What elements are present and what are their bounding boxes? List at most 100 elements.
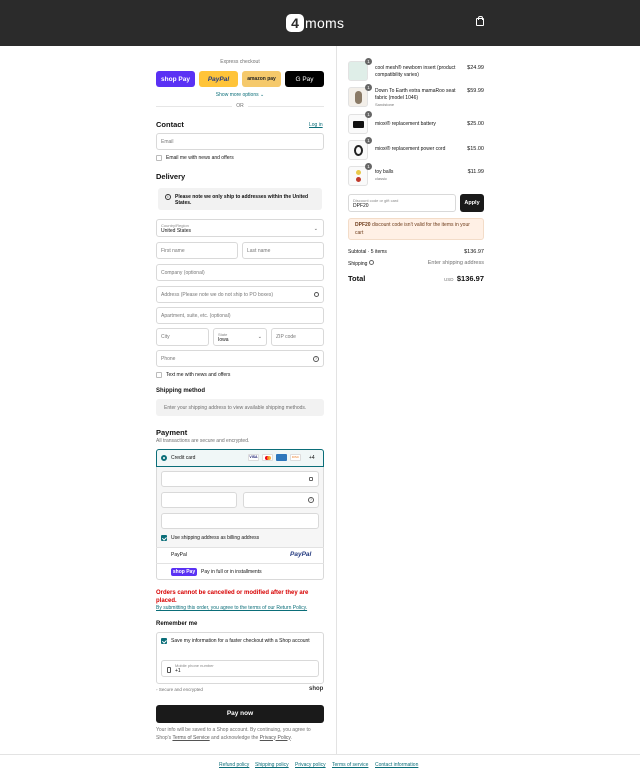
shop-note-end: . bbox=[290, 734, 292, 741]
shipping-notice: i Please note we only ship to addresses … bbox=[158, 188, 322, 210]
refund-policy-link[interactable]: Refund policy bbox=[219, 762, 249, 768]
logo-mark: 4 bbox=[286, 14, 304, 32]
amazon-pay-button[interactable]: amazon pay bbox=[242, 71, 281, 87]
cart-item-name: toy balls bbox=[375, 169, 394, 175]
shipping-label-row: Shipping bbox=[348, 260, 374, 267]
discount-code-field[interactable]: Discount code or gift card DPF20 bbox=[348, 194, 456, 212]
credit-card-label: Credit card bbox=[171, 455, 196, 461]
footer-divider bbox=[0, 754, 640, 755]
mobile-value: +1 bbox=[175, 668, 181, 674]
brand-logo[interactable]: 4 moms bbox=[286, 13, 344, 33]
error-message: discount code isn't valid for the items … bbox=[355, 222, 470, 236]
email-field[interactable]: Email bbox=[156, 133, 324, 150]
option-divider bbox=[156, 563, 324, 564]
help-icon[interactable]: ? bbox=[313, 356, 319, 362]
more-cards-count: +4 bbox=[309, 455, 315, 461]
currency-code: USD bbox=[444, 277, 454, 282]
text-news-checkbox[interactable] bbox=[156, 372, 162, 378]
mastercard-icon bbox=[262, 454, 273, 461]
first-name-field[interactable]: First name bbox=[156, 242, 238, 259]
privacy-policy-link[interactable]: Privacy policy bbox=[295, 762, 326, 768]
quantity-badge: 1 bbox=[365, 84, 372, 91]
address-placeholder: Address (Please note we do not ship to P… bbox=[161, 291, 274, 298]
option-divider bbox=[156, 547, 324, 548]
shipping-notice-text: Please note we only ship to addresses wi… bbox=[175, 194, 309, 206]
cart-item-price: $59.99 bbox=[467, 88, 484, 94]
remember-me-heading: Remember me bbox=[156, 621, 198, 627]
or-label: OR bbox=[232, 103, 248, 109]
shipping-policy-link[interactable]: Shipping policy bbox=[255, 762, 289, 768]
security-code-field[interactable]: ? bbox=[243, 492, 319, 508]
card-number-field[interactable] bbox=[161, 471, 319, 487]
site-header: 4 moms bbox=[0, 0, 640, 46]
expiry-field[interactable] bbox=[161, 492, 237, 508]
quantity-badge: 1 bbox=[365, 163, 372, 170]
email-news-checkbox[interactable] bbox=[156, 155, 162, 161]
shop-terms-link[interactable]: Terms of Service bbox=[172, 735, 209, 741]
shop-pay-option-logo[interactable]: shop Pay bbox=[171, 568, 197, 576]
last-name-field[interactable]: Last name bbox=[242, 242, 324, 259]
terms-of-service-link[interactable]: Terms of service bbox=[332, 762, 368, 768]
shipping-label: Shipping bbox=[348, 261, 368, 267]
save-info-checkbox[interactable] bbox=[161, 638, 167, 644]
phone-field[interactable]: Phone ? bbox=[156, 350, 324, 367]
zip-field[interactable]: ZIP code bbox=[271, 328, 324, 346]
product-image-toy-balls bbox=[348, 166, 368, 186]
country-select[interactable]: Country/Region United States ⌄ bbox=[156, 219, 324, 237]
pay-now-button[interactable]: Pay now bbox=[156, 705, 324, 723]
apply-discount-button[interactable]: Apply bbox=[460, 194, 484, 212]
login-link[interactable]: Log in bbox=[309, 122, 323, 128]
subtotal-label: Subtotal · 5 items bbox=[348, 249, 387, 255]
contact-information-link[interactable]: Contact information bbox=[375, 762, 418, 768]
save-info-label: Save my information for a faster checkou… bbox=[171, 638, 310, 644]
cart-item-price: $15.00 bbox=[467, 146, 484, 152]
secure-label: Secure and encrypted bbox=[158, 687, 203, 692]
shipping-method-placeholder: Enter your shipping address to view avai… bbox=[156, 399, 324, 416]
return-policy-terms[interactable]: By submitting this order, you agree to t… bbox=[156, 605, 307, 611]
express-checkout-title: Express checkout bbox=[220, 59, 260, 65]
paypal-button[interactable]: PayPal bbox=[199, 71, 238, 87]
cart-item-variant: classic bbox=[375, 176, 388, 181]
state-select[interactable]: State Iowa ⌄ bbox=[213, 328, 267, 346]
name-on-card-field[interactable] bbox=[161, 513, 319, 529]
mobile-phone-field[interactable]: Mobile phone number +1 bbox=[161, 660, 319, 677]
google-pay-button[interactable]: G Pay bbox=[285, 71, 324, 87]
paypal-logo: PayPal bbox=[290, 551, 312, 558]
show-more-label: Show more options bbox=[215, 92, 259, 98]
column-divider bbox=[336, 46, 337, 754]
cart-bag-icon[interactable] bbox=[476, 16, 484, 26]
product-image-battery bbox=[348, 114, 368, 134]
error-code: DPF20 bbox=[355, 222, 371, 228]
credit-card-radio[interactable] bbox=[161, 455, 167, 461]
shop-privacy-link[interactable]: Privacy Policy bbox=[260, 735, 291, 741]
company-field[interactable]: Company (optional) bbox=[156, 264, 324, 281]
payment-heading: Payment bbox=[156, 428, 188, 437]
shop-pay-button[interactable]: shop Pay bbox=[156, 71, 195, 87]
quantity-badge: 1 bbox=[365, 137, 372, 144]
cart-item-price: $25.00 bbox=[467, 121, 484, 127]
shipping-value: Enter shipping address bbox=[427, 260, 484, 266]
cart-item-variant: Sandstone bbox=[375, 102, 395, 107]
cart-item-name: Down To Earth extra mamaRoo seat fabric … bbox=[375, 88, 456, 101]
shop-logo: shop bbox=[309, 686, 324, 692]
chevron-down-icon: ⌄ bbox=[313, 226, 318, 232]
apartment-field[interactable]: Apartment, suite, etc. (optional) bbox=[156, 307, 324, 324]
help-icon[interactable] bbox=[368, 260, 374, 265]
text-news-label: Text me with news and offers bbox=[166, 372, 231, 378]
delivery-heading: Delivery bbox=[156, 172, 186, 181]
amex-icon bbox=[276, 454, 287, 461]
city-field[interactable]: City bbox=[156, 328, 209, 346]
address-field[interactable]: Address (Please note we do not ship to P… bbox=[156, 286, 324, 303]
logo-text: moms bbox=[305, 15, 345, 31]
total-value: $136.97 bbox=[456, 274, 484, 283]
phone-placeholder: Phone bbox=[161, 355, 176, 362]
billing-same-checkbox[interactable] bbox=[161, 535, 167, 541]
show-more-options-link[interactable]: Show more options ⌄ bbox=[156, 92, 324, 98]
product-image-seat-fabric bbox=[348, 87, 368, 107]
product-image-power-cord bbox=[348, 140, 368, 160]
cart-item-name: mioxi® replacement power cord bbox=[375, 146, 446, 152]
contact-heading: Contact bbox=[156, 120, 184, 129]
email-news-label: Email me with news and offers bbox=[166, 155, 234, 161]
help-icon[interactable]: ? bbox=[308, 497, 314, 503]
paypal-option-label[interactable]: PayPal bbox=[171, 552, 187, 558]
